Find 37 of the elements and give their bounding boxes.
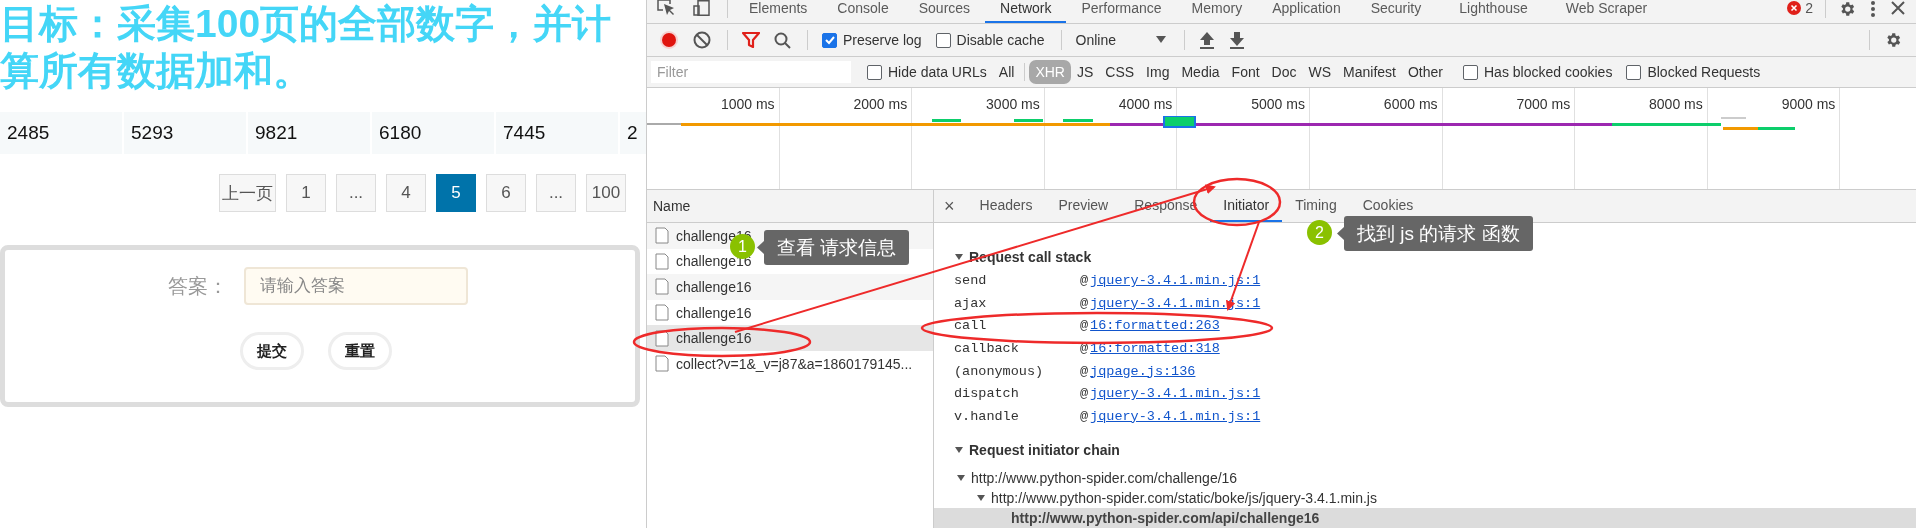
table-cell: 7445 <box>496 112 618 154</box>
table-cell: 6180 <box>372 112 494 154</box>
table-cell: 9821 <box>248 112 370 154</box>
at-sign: @ <box>1080 363 1089 379</box>
at-sign: @ <box>1080 273 1089 289</box>
tick-label: 7000 ms <box>1516 96 1571 112</box>
tick-label: 1000 ms <box>720 96 775 112</box>
tick-label: 6000 ms <box>1383 96 1438 112</box>
at-sign: @ <box>1080 408 1089 424</box>
checkbox-label: Has blocked cookies <box>1484 64 1613 80</box>
checkbox-label: Preserve log <box>843 32 922 48</box>
table-cell: 2485 <box>0 112 122 154</box>
function-name: v.handle <box>954 408 1020 424</box>
tooltip: 找到 js 的请求 函数 <box>1344 216 1533 251</box>
function-name: (anonymous) <box>954 363 1045 379</box>
function-name: send <box>954 273 988 289</box>
function-name: call <box>954 318 988 334</box>
checkbox-label: Hide data URLs <box>888 64 987 80</box>
answer-label: 答案： <box>168 273 228 299</box>
at-sign: @ <box>1080 318 1089 334</box>
page-heading: 目标：采集100页的全部数字，并计算所有数据加和。 <box>0 1 613 94</box>
tick-label: 2000 ms <box>853 96 908 112</box>
at-sign: @ <box>1080 295 1089 311</box>
tooltip: 查看 请求信息 <box>764 230 910 265</box>
tick-label: 3000 ms <box>986 96 1040 112</box>
at-sign: @ <box>1080 386 1089 402</box>
function-name: dispatch <box>954 386 1020 402</box>
table-cell: 5293 <box>124 112 246 154</box>
checkbox-label: Blocked Requests <box>1647 64 1761 80</box>
tick-label: 5000 ms <box>1251 96 1305 112</box>
function-name: ajax <box>954 295 988 311</box>
table-cell: 2 <box>620 112 646 154</box>
checkbox-label: Disable cache <box>956 32 1045 48</box>
tick-label: 4000 ms <box>1118 96 1173 112</box>
tick-label: 9000 ms <box>1781 96 1836 112</box>
tick-label: 8000 ms <box>1649 96 1703 112</box>
function-name: callback <box>954 341 1020 356</box>
